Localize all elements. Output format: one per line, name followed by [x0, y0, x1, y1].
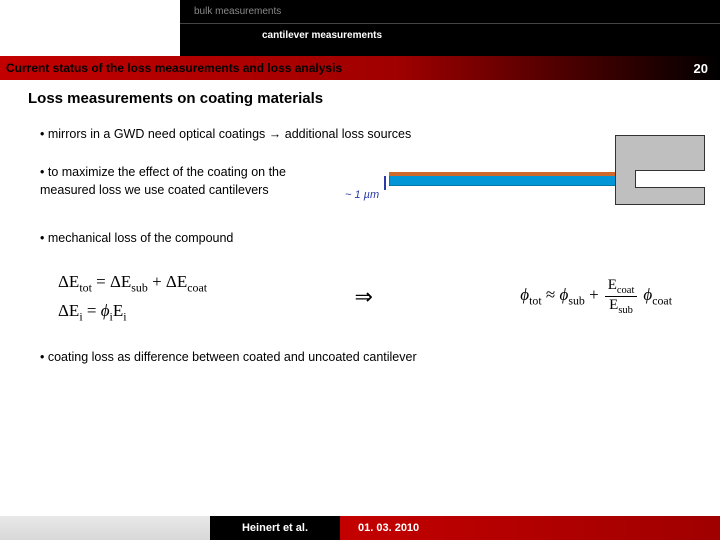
title-bar: Current status of the loss measurements … [0, 56, 720, 80]
bullet-4: • coating loss as difference between coa… [40, 348, 692, 366]
fraction: Ecoat Esub [605, 277, 638, 317]
page-number: 20 [694, 61, 708, 76]
thickness-label: ~ 1 µm [345, 189, 379, 201]
tab-cantilever: cantilever measurements [180, 24, 720, 47]
footer-author: Heinert et al. [210, 516, 340, 540]
tab-bulk: bulk measurements [180, 0, 295, 23]
bullet-3: • mechanical loss of the compound [40, 229, 692, 247]
formula-line-2: ΔEi = ϕiEi [58, 297, 207, 326]
footer: Heinert et al. 01. 03. 2010 [0, 516, 720, 540]
implies-arrow: ⇒ [354, 284, 372, 310]
formula-row: ΔEtot = ΔEsub + ΔEcoat ΔEi = ϕiEi ⇒ ϕtot… [58, 268, 672, 327]
cantilever-diagram: ~ 1 µm [345, 135, 705, 215]
coating-layer [389, 172, 639, 176]
content-subtitle: Loss measurements on coating materials [28, 90, 692, 107]
slide-title: Current status of the loss measurements … [6, 61, 342, 75]
footer-date: 01. 03. 2010 [340, 516, 720, 540]
footer-left [0, 516, 210, 540]
dimension-arrow-icon [381, 175, 389, 193]
formula-line-1: ΔEtot = ΔEsub + ΔEcoat [58, 268, 207, 297]
formula-left: ΔEtot = ΔEsub + ΔEcoat ΔEi = ϕiEi [58, 268, 207, 327]
tab-bar: bulk measurements [180, 0, 720, 24]
bullet-2: • to maximize the effect of the coating … [40, 163, 320, 199]
formula-right: ϕtot ≈ ϕsub + Ecoat Esub ϕcoat [520, 277, 672, 317]
clamp-notch [635, 170, 705, 188]
header-block: bulk measurements cantilever measurement… [180, 0, 720, 56]
